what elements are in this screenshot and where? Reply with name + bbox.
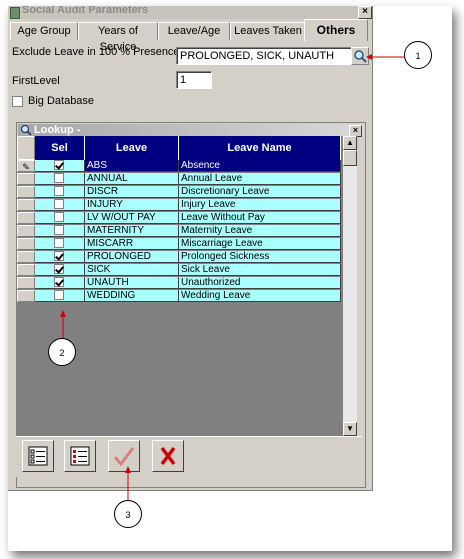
callout-3-arrow — [125, 466, 131, 473]
callout-2-arrow — [60, 310, 66, 317]
callout-1: 1 — [404, 41, 432, 69]
callout-2: 2 — [48, 338, 76, 366]
callout-1-arrow — [366, 54, 372, 60]
callout-3: 3 — [114, 500, 142, 528]
callout-lines — [60, 54, 404, 500]
